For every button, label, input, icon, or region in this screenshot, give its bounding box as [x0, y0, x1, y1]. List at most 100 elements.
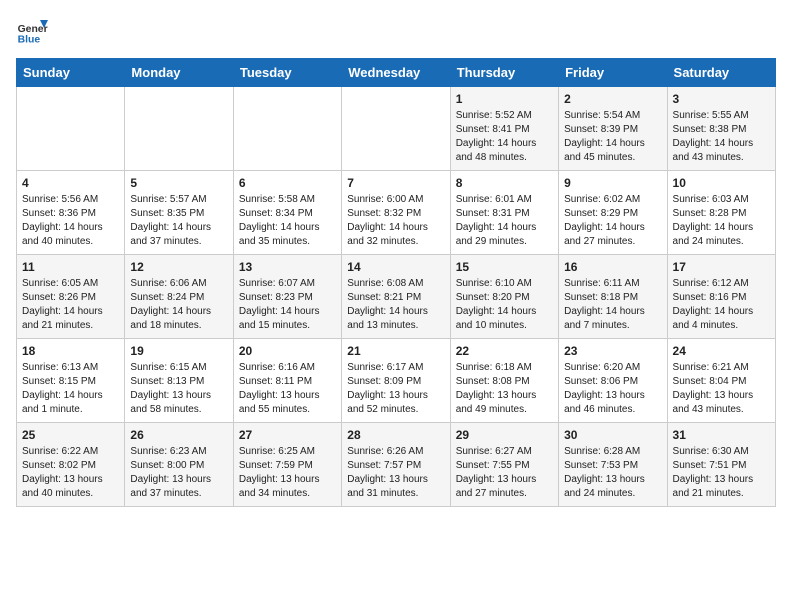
day-number: 20	[239, 344, 336, 358]
calendar-cell: 17Sunrise: 6:12 AM Sunset: 8:16 PM Dayli…	[667, 255, 775, 339]
day-number: 7	[347, 176, 444, 190]
day-info: Sunrise: 6:03 AM Sunset: 8:28 PM Dayligh…	[673, 193, 770, 249]
calendar-table: SundayMondayTuesdayWednesdayThursdayFrid…	[16, 58, 776, 507]
day-number: 11	[22, 260, 119, 274]
calendar-cell: 24 Sunrise: 6:21 AM Sunset: 8:04 PM Dayli…	[667, 339, 775, 423]
day-number: 18	[22, 344, 119, 358]
calendar-cell: 18 Sunrise: 6:13 AM Sunset: 8:15 PM Dayli…	[17, 339, 125, 423]
day-number: 3	[673, 92, 770, 106]
calendar-cell: 19Sunrise: 6:15 AM Sunset: 8:13 PM Dayli…	[125, 339, 233, 423]
col-header-thursday: Thursday	[450, 59, 558, 87]
calendar-cell	[125, 87, 233, 171]
col-header-sunday: Sunday	[17, 59, 125, 87]
day-number: 15	[456, 260, 553, 274]
col-header-wednesday: Wednesday	[342, 59, 450, 87]
day-info: Sunrise: 6:18 AM Sunset: 8:08 PM Dayligh…	[456, 361, 553, 417]
day-info: Sunrise: 6:15 AM Sunset: 8:13 PM Dayligh…	[130, 361, 227, 417]
day-info: Sunrise: 6:16 AM Sunset: 8:11 PM Dayligh…	[239, 361, 336, 417]
page-header: General Blue	[16, 16, 776, 48]
day-info: Sunrise: 6:30 AM Sunset: 7:51 PM Dayligh…	[673, 445, 770, 501]
calendar-week-1: 1 Sunrise: 5:52 AM Sunset: 8:41 PM Daylig…	[17, 87, 776, 171]
day-number: 28	[347, 428, 444, 442]
calendar-cell	[342, 87, 450, 171]
day-number: 12	[130, 260, 227, 274]
day-number: 10	[673, 176, 770, 190]
calendar-cell: 29Sunrise: 6:27 AM Sunset: 7:55 PM Dayli…	[450, 423, 558, 507]
logo: General Blue	[16, 16, 48, 48]
day-info: Sunrise: 6:13 AM Sunset: 8:15 PM Dayligh…	[22, 361, 119, 417]
calendar-cell: 13 Sunrise: 6:07 AM Sunset: 8:23 PM Dayli…	[233, 255, 341, 339]
calendar-cell: 7 Sunrise: 6:00 AM Sunset: 8:32 PM Daylig…	[342, 171, 450, 255]
calendar-cell: 22Sunrise: 6:18 AM Sunset: 8:08 PM Dayli…	[450, 339, 558, 423]
day-info: Sunrise: 6:05 AM Sunset: 8:26 PM Dayligh…	[22, 277, 119, 333]
day-number: 29	[456, 428, 553, 442]
calendar-week-5: 25Sunrise: 6:22 AM Sunset: 8:02 PM Dayli…	[17, 423, 776, 507]
logo-icon: General Blue	[16, 16, 48, 48]
day-info: Sunrise: 6:02 AM Sunset: 8:29 PM Dayligh…	[564, 193, 661, 249]
calendar-cell	[17, 87, 125, 171]
calendar-cell: 25Sunrise: 6:22 AM Sunset: 8:02 PM Dayli…	[17, 423, 125, 507]
calendar-cell: 1 Sunrise: 5:52 AM Sunset: 8:41 PM Daylig…	[450, 87, 558, 171]
day-number: 27	[239, 428, 336, 442]
day-number: 5	[130, 176, 227, 190]
day-info: Sunrise: 5:55 AM Sunset: 8:38 PM Dayligh…	[673, 109, 770, 165]
day-info: Sunrise: 5:57 AM Sunset: 8:35 PM Dayligh…	[130, 193, 227, 249]
day-number: 6	[239, 176, 336, 190]
day-info: Sunrise: 6:26 AM Sunset: 7:57 PM Dayligh…	[347, 445, 444, 501]
day-info: Sunrise: 6:25 AM Sunset: 7:59 PM Dayligh…	[239, 445, 336, 501]
day-info: Sunrise: 6:20 AM Sunset: 8:06 PM Dayligh…	[564, 361, 661, 417]
day-number: 17	[673, 260, 770, 274]
calendar-cell: 20 Sunrise: 6:16 AM Sunset: 8:11 PM Dayli…	[233, 339, 341, 423]
day-info: Sunrise: 6:23 AM Sunset: 8:00 PM Dayligh…	[130, 445, 227, 501]
day-info: Sunrise: 6:10 AM Sunset: 8:20 PM Dayligh…	[456, 277, 553, 333]
col-header-monday: Monday	[125, 59, 233, 87]
day-number: 9	[564, 176, 661, 190]
day-info: Sunrise: 6:00 AM Sunset: 8:32 PM Dayligh…	[347, 193, 444, 249]
calendar-cell: 30 Sunrise: 6:28 AM Sunset: 7:53 PM Dayli…	[559, 423, 667, 507]
calendar-cell: 23Sunrise: 6:20 AM Sunset: 8:06 PM Dayli…	[559, 339, 667, 423]
calendar-cell: 28 Sunrise: 6:26 AM Sunset: 7:57 PM Dayli…	[342, 423, 450, 507]
calendar-cell: 14Sunrise: 6:08 AM Sunset: 8:21 PM Dayli…	[342, 255, 450, 339]
day-number: 16	[564, 260, 661, 274]
calendar-cell: 27 Sunrise: 6:25 AM Sunset: 7:59 PM Dayli…	[233, 423, 341, 507]
day-number: 8	[456, 176, 553, 190]
col-header-friday: Friday	[559, 59, 667, 87]
day-info: Sunrise: 6:28 AM Sunset: 7:53 PM Dayligh…	[564, 445, 661, 501]
day-number: 1	[456, 92, 553, 106]
calendar-cell: 5 Sunrise: 5:57 AM Sunset: 8:35 PM Daylig…	[125, 171, 233, 255]
calendar-cell: 10 Sunrise: 6:03 AM Sunset: 8:28 PM Dayli…	[667, 171, 775, 255]
day-info: Sunrise: 6:17 AM Sunset: 8:09 PM Dayligh…	[347, 361, 444, 417]
day-info: Sunrise: 6:01 AM Sunset: 8:31 PM Dayligh…	[456, 193, 553, 249]
calendar-cell: 8 Sunrise: 6:01 AM Sunset: 8:31 PM Daylig…	[450, 171, 558, 255]
calendar-cell: 31 Sunrise: 6:30 AM Sunset: 7:51 PM Dayli…	[667, 423, 775, 507]
day-info: Sunrise: 5:56 AM Sunset: 8:36 PM Dayligh…	[22, 193, 119, 249]
day-number: 4	[22, 176, 119, 190]
col-header-tuesday: Tuesday	[233, 59, 341, 87]
day-info: Sunrise: 5:52 AM Sunset: 8:41 PM Dayligh…	[456, 109, 553, 165]
day-info: Sunrise: 6:07 AM Sunset: 8:23 PM Dayligh…	[239, 277, 336, 333]
calendar-cell: 2Sunrise: 5:54 AM Sunset: 8:39 PM Daylig…	[559, 87, 667, 171]
calendar-cell: 9 Sunrise: 6:02 AM Sunset: 8:29 PM Daylig…	[559, 171, 667, 255]
calendar-cell	[233, 87, 341, 171]
col-header-saturday: Saturday	[667, 59, 775, 87]
calendar-week-2: 4 Sunrise: 5:56 AM Sunset: 8:36 PM Daylig…	[17, 171, 776, 255]
day-number: 30	[564, 428, 661, 442]
day-number: 21	[347, 344, 444, 358]
svg-text:Blue: Blue	[18, 34, 41, 45]
day-number: 13	[239, 260, 336, 274]
day-info: Sunrise: 6:06 AM Sunset: 8:24 PM Dayligh…	[130, 277, 227, 333]
day-number: 24	[673, 344, 770, 358]
calendar-header: SundayMondayTuesdayWednesdayThursdayFrid…	[17, 59, 776, 87]
calendar-cell: 16 Sunrise: 6:11 AM Sunset: 8:18 PM Dayli…	[559, 255, 667, 339]
calendar-cell: 11 Sunrise: 6:05 AM Sunset: 8:26 PM Dayli…	[17, 255, 125, 339]
day-info: Sunrise: 5:54 AM Sunset: 8:39 PM Dayligh…	[564, 109, 661, 165]
day-number: 14	[347, 260, 444, 274]
calendar-cell: 26 Sunrise: 6:23 AM Sunset: 8:00 PM Dayli…	[125, 423, 233, 507]
day-number: 26	[130, 428, 227, 442]
calendar-cell: 3 Sunrise: 5:55 AM Sunset: 8:38 PM Daylig…	[667, 87, 775, 171]
calendar-cell: 4 Sunrise: 5:56 AM Sunset: 8:36 PM Daylig…	[17, 171, 125, 255]
day-info: Sunrise: 6:21 AM Sunset: 8:04 PM Dayligh…	[673, 361, 770, 417]
day-number: 31	[673, 428, 770, 442]
day-info: Sunrise: 6:11 AM Sunset: 8:18 PM Dayligh…	[564, 277, 661, 333]
calendar-cell: 12 Sunrise: 6:06 AM Sunset: 8:24 PM Dayli…	[125, 255, 233, 339]
